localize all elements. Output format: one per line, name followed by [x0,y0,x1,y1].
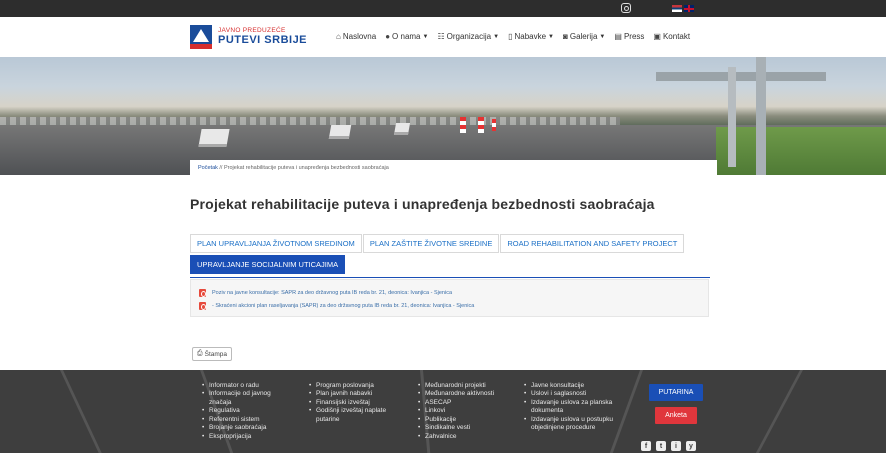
footer-column-3: Međunarodni projekti Međunarodne aktivno… [418,382,494,442]
footer-column-4: Javne konsultacije Uslovi i saglasnosti … [524,382,624,433]
footer-link[interactable]: Finansijski izveštaj [309,399,401,408]
footer-link[interactable]: Informator o radu [202,382,282,391]
footer-link[interactable]: ASECAP [418,399,494,408]
chevron-down-icon: ▼ [599,33,606,40]
footer-link[interactable]: Eksproprijacija [202,433,282,442]
breadcrumb: Početak // Projekat rehabilitacije putev… [190,160,717,177]
footer-link[interactable]: Javne konsultacije [524,382,624,391]
nav-label: Galerija [569,32,598,41]
document-title: Poziv na javne konsultacije: SAPR za deo… [212,289,453,296]
main-nav: ⌂ Naslovna ● O nama ▼ ☷ Organizacija ▼ ▯ Nabav… [336,32,699,41]
logo-mark-icon [190,25,212,49]
uk-flag-icon[interactable] [684,5,694,12]
footer-link[interactable]: Međunarodne aktivnosti [418,390,494,399]
tab-underline [190,277,710,278]
nav-label: Kontakt [662,32,691,41]
putarina-button[interactable]: PUTARINA [649,384,703,401]
chevron-down-icon: ▼ [493,33,500,40]
nav-item-galerija[interactable]: ◙ Galerija ▼ [563,32,605,41]
anketa-button[interactable]: Anketa [655,407,697,424]
document-link[interactable]: - Skraćeni akcioni plan raseljavanja (SA… [199,299,700,312]
nav-item-press[interactable]: ▤ Press [614,32,644,41]
nav-label: O nama [392,32,421,41]
footer-link[interactable]: Izdavanje uslova u postupku objedinjene … [524,416,624,433]
nav-item-nabavke[interactable]: ▯ Nabavke ▼ [508,32,554,41]
breadcrumb-current: Projekat rehabilitacije puteva i unapređ… [224,165,389,171]
footer-link[interactable]: Brojanje saobraćaja [202,424,282,433]
newspaper-icon: ▤ [614,32,622,41]
document-title: - Skraćeni akcioni plan raseljavanja (SA… [212,302,475,309]
nav-item-o-nama[interactable]: ● O nama ▼ [385,32,428,41]
instagram-icon[interactable] [621,3,631,13]
tab-bar: PLAN UPRAVLJANJA ŽIVOTNOM SREDINOM PLAN … [190,234,716,278]
tab-upravljanje-socijalnim[interactable]: UPRAVLJANJE SOCIJALNIM UTICAJIMA [190,255,346,274]
nav-label: Naslovna [342,32,377,41]
document-link[interactable]: Poziv na javne konsultacije: SAPR za deo… [199,286,700,299]
nav-item-organizacija[interactable]: ☷ Organizacija ▼ [437,32,499,41]
footer-link[interactable]: Zahvalnice [418,433,494,442]
footer-link[interactable]: Linkovi [418,407,494,416]
chevron-down-icon: ▼ [548,33,554,40]
nav-label: Nabavke [514,32,547,41]
header: JAVNO PREDUZEĆE PUTEVI SRBIJE ⌂ Naslovna … [0,17,886,57]
sitemap-icon: ☷ [437,32,445,41]
print-label: Štampa [204,350,228,358]
footer-link[interactable]: Program poslovanja [309,382,401,391]
tab-road-rehabilitation[interactable]: ROAD REHABILITATION AND SAFETY PROJECT [500,234,685,253]
footer-link[interactable]: Godišnji izveštaj naplate putarine [309,407,401,424]
breadcrumb-home-link[interactable]: Početak [198,165,218,171]
documents-panel: Poziv na javne konsultacije: SAPR za deo… [190,279,709,317]
footer-link[interactable]: Izdavanje uslova za planska dokumenta [524,399,624,416]
chevron-down-icon: ▼ [422,33,429,40]
logo[interactable]: JAVNO PREDUZEĆE PUTEVI SRBIJE [190,22,307,52]
tab-plan-upravljanja[interactable]: PLAN UPRAVLJANJA ŽIVOTNOM SREDINOM [190,234,362,253]
contact-card-icon: ▣ [653,32,661,41]
users-icon: ● [385,32,391,41]
instagram-icon[interactable]: i [671,441,681,451]
footer-link[interactable]: Međunarodni projekti [418,382,494,391]
home-icon: ⌂ [336,32,341,41]
nav-item-kontakt[interactable]: ▣ Kontakt [653,32,690,41]
nav-item-naslovna[interactable]: ⌂ Naslovna [336,32,376,41]
footer-link[interactable]: Referentni sistem [202,416,282,425]
footer: Informator o radu Informacije od javnog … [0,370,886,453]
document-icon: ▯ [508,32,513,41]
twitter-icon[interactable]: t [656,441,666,451]
nav-label: Press [623,32,645,41]
footer-column-2: Program poslovanja Plan javnih nabavki F… [309,382,401,424]
footer-link[interactable]: Regulativa [202,407,282,416]
footer-link[interactable]: Sindikalne vesti [418,424,494,433]
print-button[interactable]: ⎙ Štampa [192,347,233,361]
pdf-icon [199,301,206,310]
footer-link[interactable]: Plan javnih nabavki [309,390,401,399]
social-links: f t i y [641,441,701,451]
hero-image [0,57,886,175]
camera-icon: ◙ [563,32,568,41]
logo-title: PUTEVI SRBIJE [218,34,308,47]
footer-link[interactable]: Informacije od javnog značaja [202,390,282,407]
nav-label: Organizacija [446,32,492,41]
breadcrumb-separator: // [219,165,223,171]
printer-icon: ⎙ [197,350,203,357]
pdf-icon [199,288,206,297]
facebook-icon[interactable]: f [641,441,651,451]
serbian-flag-icon[interactable] [672,5,682,12]
footer-link[interactable]: Uslovi i saglasnosti [524,390,624,399]
top-bar [0,0,886,17]
footer-link[interactable]: Publikacije [418,416,494,425]
page-title: Projekat rehabilitacije puteva i unapređ… [190,196,655,212]
youtube-icon[interactable]: y [686,441,696,451]
footer-column-1: Informator o radu Informacije od javnog … [202,382,282,442]
tab-plan-zastite[interactable]: PLAN ZAŠTITE ŽIVOTNE SREDINE [362,234,500,253]
